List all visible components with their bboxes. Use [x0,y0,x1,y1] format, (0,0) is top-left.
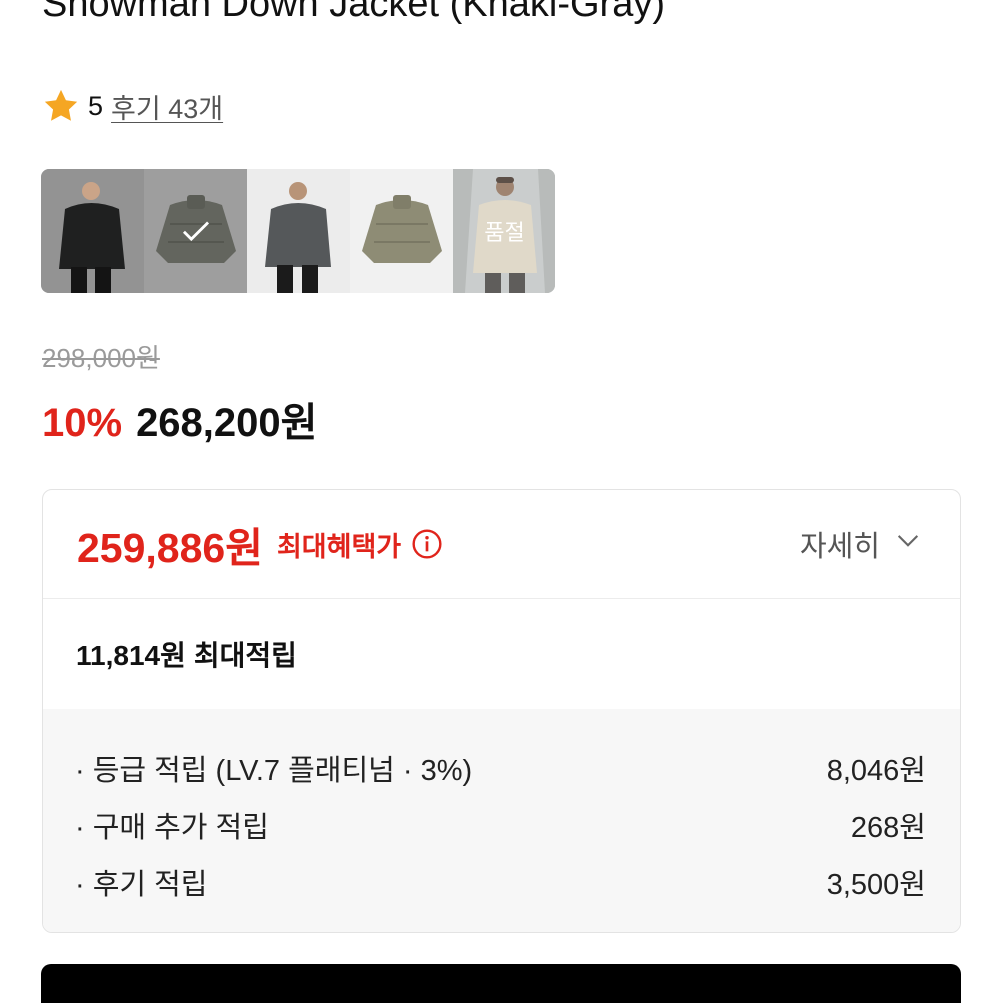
star-icon [42,87,80,125]
rating-value: 5 [88,90,104,121]
review-count-link[interactable]: 후기 43개 [111,87,223,126]
max-benefit-label: 최대혜택가 [276,531,402,562]
thumb-gray-model[interactable] [247,169,350,293]
product-detail-page: Snowman Down Jacket (Khaki-Gray) 5 후기 43… [0,0,1003,1003]
max-benefit-price: 259,886원 [77,525,263,571]
product-title: Snowman Down Jacket (Khaki-Gray) [42,0,665,25]
discount-rate: 10% [42,401,123,445]
rating-row: 5 후기 43개 [42,86,223,126]
max-points-row: 11,814원 최대적립 [43,599,960,709]
chevron-down-icon [894,526,922,562]
sale-price: 268,200원 [136,401,318,445]
points-item-value: 8,046원 [826,754,926,787]
points-item-value: 268원 [850,811,926,844]
info-circle-icon[interactable] [411,528,443,560]
points-item-grade: · 등급 적립 (LV.7 플래티넘 · 3%) 8,046원 [75,739,926,796]
original-price: 298,000원 [42,343,160,373]
max-points-amount: 11,814원 [76,640,186,671]
points-item-purchase: · 구매 추가 적립 268원 [75,796,926,853]
sale-price-row: 10% 268,200원 [42,390,317,448]
max-benefit-box: 259,886원 최대혜택가 자세히 11,814원 최대적립 · 등급 적립 … [42,489,961,933]
points-item-review: · 후기 적립 3,500원 [75,853,926,910]
points-breakdown-list: · 등급 적립 (LV.7 플래티넘 · 3%) 8,046원 · 구매 추가 … [43,709,960,932]
check-icon [179,214,213,248]
color-thumbnail-list: 품절 [41,169,555,293]
thumb-olive-flat[interactable] [350,169,453,293]
thumb-beige-model[interactable]: 품절 [453,169,555,293]
thumb-black-model[interactable] [41,169,144,293]
max-points-label: 최대적립 [193,640,297,671]
selected-overlay [144,169,247,293]
detail-toggle-label: 자세히 [799,531,880,563]
thumb-khaki-flat[interactable] [144,169,247,293]
buy-button[interactable] [41,964,961,1003]
detail-toggle-button[interactable]: 자세히 [800,523,922,565]
points-item-value: 3,500원 [826,868,926,901]
points-item-label: · 구매 추가 적립 [75,811,269,844]
points-item-label: · 등급 적립 (LV.7 플래티넘 · 3%) [75,754,473,787]
soldout-label: 품절 [453,169,555,293]
max-benefit-header: 259,886원 최대혜택가 자세히 [43,490,960,599]
points-item-label: · 후기 적립 [75,868,208,901]
